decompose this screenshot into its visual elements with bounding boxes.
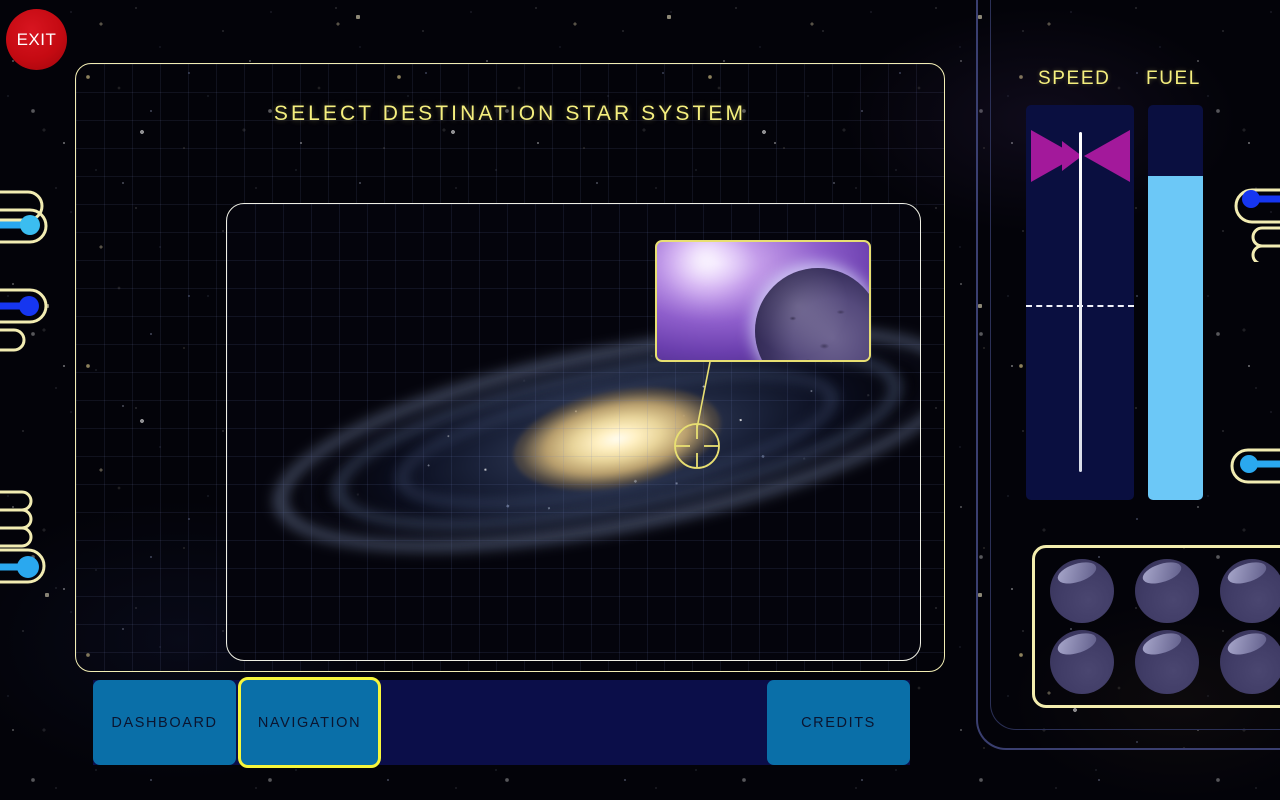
slider-right-1[interactable] [1228, 182, 1280, 262]
slider-left-3-knob [17, 556, 39, 578]
planet-preview-inset[interactable] [655, 240, 871, 362]
dial-2[interactable] [1134, 558, 1199, 623]
slider-left-1-knob [20, 215, 40, 235]
nav-button-dashboard[interactable]: DASHBOARD [93, 680, 236, 765]
planet-sphere [755, 268, 869, 360]
nav-button-credits[interactable]: CREDITS [767, 680, 910, 765]
slider-left-1[interactable] [0, 186, 50, 246]
dial-5[interactable] [1134, 630, 1199, 695]
fuel-gauge-label: FUEL [1146, 68, 1201, 89]
slider-left-3[interactable] [0, 486, 54, 596]
nav-button-navigation[interactable]: NAVIGATION [238, 677, 381, 768]
dial-6[interactable] [1219, 630, 1280, 695]
slider-right-2-knob [1240, 455, 1258, 473]
bottom-nav-bar: DASHBOARD NAVIGATION CREDITS [93, 677, 910, 768]
dial-4[interactable] [1050, 630, 1115, 695]
slider-left-2[interactable] [0, 268, 52, 358]
page-title: SELECT DESTINATION STAR SYSTEM [273, 102, 747, 125]
fuel-gauge-track[interactable] [1148, 105, 1203, 500]
exit-button[interactable]: EXIT [6, 9, 67, 70]
target-reticle-icon[interactable] [668, 417, 726, 475]
speed-gauge-label: SPEED [1038, 68, 1111, 89]
speed-marker-right-inner [1098, 141, 1118, 171]
game-screen: EXIT SELECT DESTINATION STAR SYSTEM DASH… [0, 0, 1280, 800]
nebula-highlight [657, 242, 772, 317]
dial-3[interactable] [1219, 558, 1280, 623]
navigation-panel: SELECT DESTINATION STAR SYSTEM [75, 63, 945, 672]
fuel-gauge-fill [1148, 176, 1203, 500]
slider-right-1-knob [1242, 190, 1260, 208]
dial-control-panel [1032, 545, 1280, 708]
slider-left-2-knob [19, 296, 39, 316]
slider-right-2[interactable] [1226, 444, 1280, 498]
speed-needle[interactable] [1079, 132, 1082, 472]
dial-1[interactable] [1050, 558, 1115, 623]
